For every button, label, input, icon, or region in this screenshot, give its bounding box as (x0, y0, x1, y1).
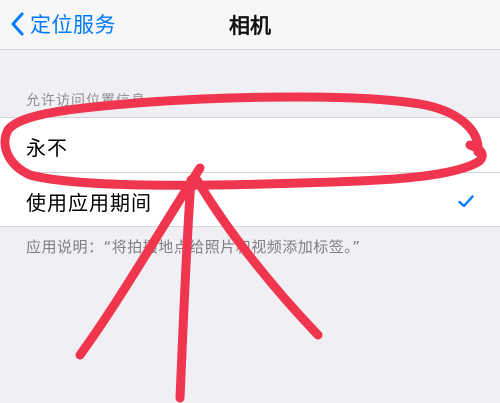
navigation-bar: 定位服务 相机 (0, 0, 500, 50)
checkmark-icon (458, 193, 474, 212)
option-while-using[interactable]: 使用应用期间 (0, 173, 500, 227)
app-description: 应用说明：“将拍摄地点给照片和视频添加标签。” (26, 238, 361, 256)
section-header: 允许访问位置信息 (26, 93, 146, 109)
option-while-using-label: 使用应用期间 (26, 191, 152, 215)
page-title: 相机 (229, 14, 271, 38)
option-never-label: 永不 (26, 136, 68, 160)
option-never[interactable]: 永不 (0, 118, 500, 173)
location-access-options: 永不 使用应用期间 (0, 117, 500, 227)
